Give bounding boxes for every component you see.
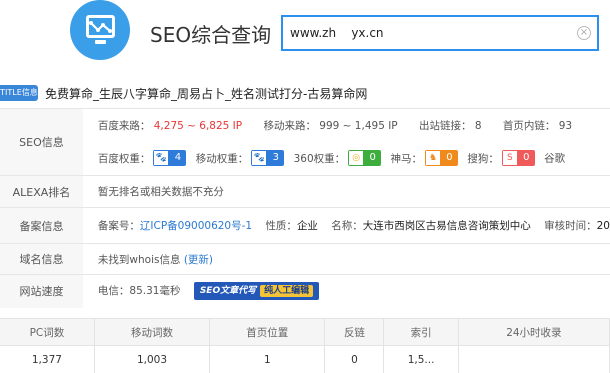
baidu-weight[interactable]: 百度权重： 🐾 4 — [97, 150, 187, 167]
sogou-weight[interactable]: 搜狗： S0 — [467, 150, 535, 167]
site-logo — [70, 0, 130, 60]
paw-icon: 🐾 — [251, 150, 268, 167]
360-weight[interactable]: 360权重： ◎ 0 — [293, 150, 382, 167]
sogou-weight-value: 0 — [517, 150, 535, 167]
icp-name-label: 名称： — [331, 220, 363, 232]
stats-value-row: 1,377 1,003 1 0 1,5... — [0, 345, 610, 373]
alexa-value: 暂无排名或相关数据不充分 — [82, 175, 610, 208]
ad-tag: 纯人工编辑 — [260, 285, 314, 298]
mobile-traffic: 移动来路： 999 ~ 1,495 IP — [263, 118, 397, 133]
stats-value-backlinks[interactable]: 0 — [324, 345, 385, 373]
whois-value: 未找到whois信息 — [97, 253, 181, 266]
inlinks-value[interactable]: 93 — [559, 120, 572, 132]
icp-num-label: 备案号： — [97, 220, 140, 232]
seo-ad-banner[interactable]: SEO文章代写 纯人工编辑 — [193, 282, 320, 301]
baidu-weight-value: 4 — [169, 150, 187, 167]
mobile-weight-label: 移动权重： — [195, 152, 249, 165]
icp-nature-label: 性质： — [265, 220, 297, 232]
horse-icon: ♞ — [424, 150, 441, 167]
outlinks-label: 出站链接： — [418, 119, 472, 132]
stats-header-position: 首页位置 — [209, 318, 326, 346]
alexa-label: ALEXA排名 — [0, 175, 83, 208]
ad-text: SEO文章代写 — [199, 286, 257, 297]
stats-header-24h: 24小时收录 — [458, 318, 610, 346]
sogou-s-icon: S — [501, 150, 518, 167]
icp-label: 备案信息 — [0, 207, 83, 244]
baidu-traffic-value[interactable]: 4,275 ~ 6,825 IP — [154, 120, 242, 132]
outlinks-value[interactable]: 8 — [475, 120, 482, 132]
site-title-text: 免费算命_生辰八字算命_周易占卜_姓名测试打分-古易算命网 — [45, 87, 368, 101]
keyword-stats-table: PC词数 移动词数 首页位置 反链 索引 24小时收录 1,377 1,003 … — [0, 318, 610, 373]
icp-date-value: 20 — [596, 220, 610, 232]
icp-row: 备案信息 备案号：辽ICP备09000620号-1 性质：企业 名称：大连市西岗… — [0, 207, 610, 244]
whois-label: 域名信息 — [0, 243, 83, 275]
stats-header-backlinks: 反链 — [324, 318, 385, 346]
mobile-weight-value: 3 — [267, 150, 285, 167]
page-title: SEO综合查询 — [150, 23, 272, 47]
domain-search-box[interactable]: × — [281, 15, 599, 51]
stats-value-index[interactable]: 1,5... — [383, 345, 459, 373]
seo-label: SEO信息 — [0, 108, 83, 176]
360-weight-value: 0 — [364, 150, 382, 167]
speed-value: 电信：85.31毫秒 — [97, 285, 181, 298]
google-weight-label[interactable]: 谷歌 — [544, 153, 565, 165]
stats-value-mobile[interactable]: 1,003 — [94, 345, 211, 373]
stats-header-index: 索引 — [383, 318, 459, 346]
stats-value-pc[interactable]: 1,377 — [0, 345, 95, 373]
stats-header-row: PC词数 移动词数 首页位置 反链 索引 24小时收录 — [0, 318, 610, 346]
baidu-traffic-label: 百度来路： — [97, 119, 151, 132]
seo-info-table: SEO信息 百度来路： 4,275 ~ 6,825 IP 移动来路： 999 ~… — [0, 108, 610, 308]
alexa-row: ALEXA排名 暂无排名或相关数据不充分 — [0, 175, 610, 208]
whois-update-link[interactable]: (更新) — [184, 254, 213, 266]
360-ring-icon: ◎ — [348, 150, 365, 167]
domain-search-input[interactable] — [283, 17, 563, 49]
clear-icon[interactable]: × — [577, 26, 591, 40]
monitor-stand — [95, 40, 106, 44]
paw-icon: 🐾 — [153, 150, 170, 167]
inlinks: 首页内链： 93 — [503, 118, 572, 133]
360-weight-label: 360权重： — [293, 152, 346, 165]
speed-row: 网站速度 电信：85.31毫秒 SEO文章代写 纯人工编辑 — [0, 274, 610, 308]
stats-value-position[interactable]: 1 — [209, 345, 326, 373]
icp-date-label: 审核时间： — [544, 220, 597, 232]
shenma-weight[interactable]: 神马： ♞ 0 — [390, 150, 458, 167]
stats-header-mobile: 移动词数 — [94, 318, 211, 346]
stats-header-pc: PC词数 — [0, 318, 95, 346]
baidu-weight-label: 百度权重： — [97, 152, 151, 165]
icp-num-link[interactable]: 辽ICP备09000620号-1 — [140, 220, 252, 232]
shenma-weight-label: 神马： — [390, 152, 422, 165]
whois-row: 域名信息 未找到whois信息 (更新) — [0, 243, 610, 275]
icp-nature-value: 企业 — [296, 220, 318, 232]
seo-traffic-row: SEO信息 百度来路： 4,275 ~ 6,825 IP 移动来路： 999 ~… — [0, 108, 610, 176]
seo-weight-row: 百度权重： 🐾 4 移动权重： 🐾 3 360权重： ◎ 0 神马： ♞ 0 搜狗： S… — [0, 142, 610, 176]
stats-value-24h[interactable] — [458, 345, 610, 373]
shenma-weight-value: 0 — [440, 150, 458, 167]
icp-name-value: 大连市西岗区古易信息咨询策划中心 — [362, 220, 531, 232]
outlinks: 出站链接： 8 — [419, 118, 482, 133]
baidu-traffic: 百度来路： 4,275 ~ 6,825 IP — [98, 118, 242, 133]
speed-label: 网站速度 — [0, 274, 83, 308]
mobile-traffic-value[interactable]: 999 ~ 1,495 IP — [319, 120, 397, 132]
mobile-weight[interactable]: 移动权重： 🐾 3 — [195, 150, 285, 167]
chart-line-icon — [89, 21, 112, 33]
title-badge: TITLE信息 — [0, 85, 38, 101]
mobile-traffic-label: 移动来路： — [263, 119, 316, 132]
sogou-weight-label: 搜狗： — [467, 152, 499, 165]
title-info-row: TITLE信息 免费算命_生辰八字算命_周易占卜_姓名测试打分-古易算命网 — [0, 84, 610, 104]
inlinks-label: 首页内链： — [502, 119, 556, 132]
